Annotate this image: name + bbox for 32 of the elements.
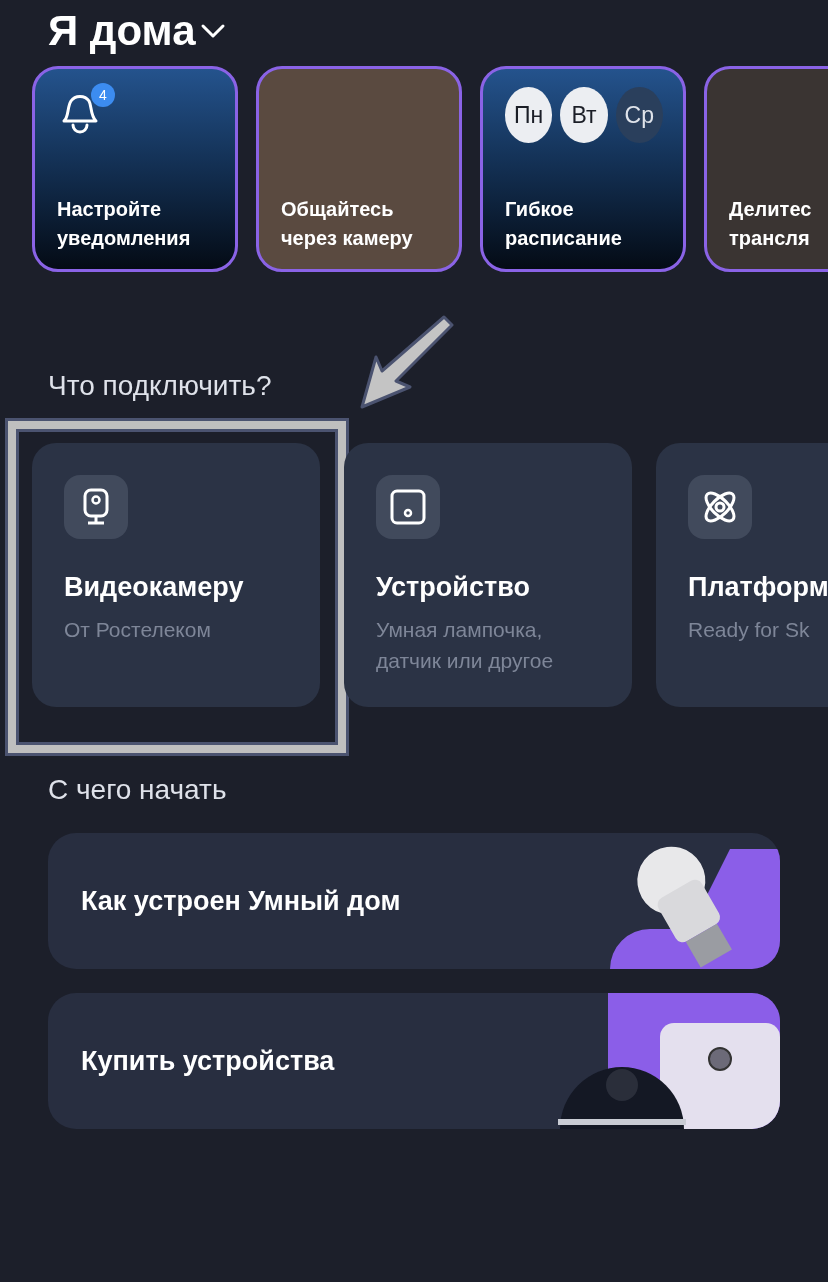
connect-option-card[interactable]: Платформ Ready for Sk <box>656 443 828 707</box>
photo-story-card[interactable]: Общайтесь через камеру <box>256 66 462 272</box>
chevron-down-icon[interactable] <box>199 23 226 39</box>
weekday-chip: Пн <box>505 87 553 143</box>
option-title: Платформ <box>688 571 828 604</box>
connect-option-card[interactable]: Устройство Умная лампочка, датчик или другое <box>344 443 632 707</box>
atom-icon <box>688 475 752 539</box>
story-caption: Делитес трансля <box>729 197 813 251</box>
option-title: Устройство <box>376 571 531 604</box>
guide-card[interactable]: Купить устройства <box>48 993 780 1129</box>
option-subtitle: Умная лампочка, датчик или другое <box>376 616 555 674</box>
guide-card[interactable]: Как устроен Умный дом <box>48 833 780 969</box>
square-device-icon <box>376 475 440 539</box>
story-caption: Гибкое расписание <box>505 197 623 251</box>
story-caption: Общайтесь через камеру <box>281 197 414 251</box>
story-card[interactable]: 4 Настройте уведомления <box>32 66 238 272</box>
option-subtitle: От Ростелеком <box>64 616 212 643</box>
weekday-chip: Вт <box>560 87 608 143</box>
guide-title: Купить устройства <box>81 1044 335 1078</box>
section-heading: Что подключить? <box>48 369 273 403</box>
screen-title: Я дома <box>48 10 196 52</box>
option-title: Видеокамеру <box>64 571 245 604</box>
story-caption: Настройте уведомления <box>57 197 192 251</box>
section-heading: С чего начать <box>48 773 228 807</box>
option-subtitle: Ready for Sk <box>688 616 811 643</box>
guide-title: Как устроен Умный дом <box>81 884 401 918</box>
connect-option-card[interactable]: Видеокамеру От Ростелеком <box>32 443 320 707</box>
story-card[interactable]: Пн Вт Ср Гибкое расписание <box>480 66 686 272</box>
weekday-chip: Ср <box>615 87 663 143</box>
webcam-icon <box>64 475 128 539</box>
notification-badge: 4 <box>91 83 115 107</box>
photo-story-card[interactable]: Делитес трансля <box>704 66 828 272</box>
